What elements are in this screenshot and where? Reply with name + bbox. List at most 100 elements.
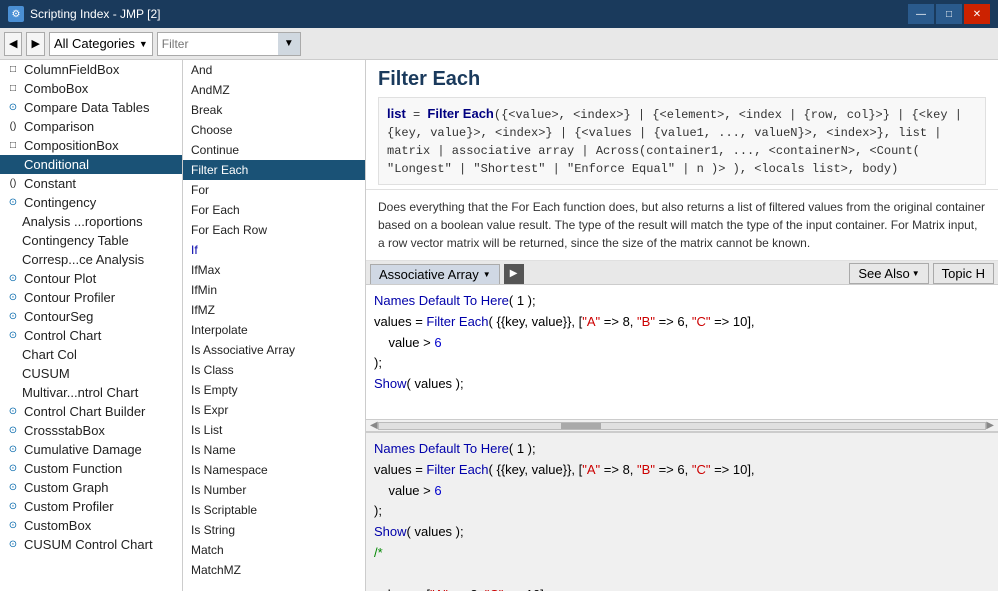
mid-item-andmz[interactable]: AndMZ bbox=[183, 80, 365, 100]
scroll-right-arrow[interactable]: ▶ bbox=[986, 420, 994, 431]
main-content: □ ColumnFieldBox □ ComboBox ⊙ Compare Da… bbox=[0, 60, 998, 591]
scroll-left-arrow[interactable]: ◀ bbox=[370, 420, 378, 431]
code-line-s1: Names Default To Here( 1 ); bbox=[374, 439, 990, 460]
mid-item-and[interactable]: And bbox=[183, 60, 365, 80]
comparison-icon: () bbox=[6, 120, 20, 134]
constant-icon: () bbox=[6, 177, 20, 191]
mid-item-match[interactable]: Match bbox=[183, 540, 365, 560]
sidebar-item-comparison[interactable]: () Comparison bbox=[0, 117, 182, 136]
sidebar-item-combobox[interactable]: □ ComboBox bbox=[0, 79, 182, 98]
sidebar-item-cumulativedamage[interactable]: ⊙ Cumulative Damage bbox=[0, 440, 182, 459]
mid-item-is-list[interactable]: Is List bbox=[183, 420, 365, 440]
mid-item-ifmin[interactable]: IfMin bbox=[183, 280, 365, 300]
sidebar-item-compositionbox[interactable]: □ CompositionBox bbox=[0, 136, 182, 155]
code-line-4: ); bbox=[374, 353, 990, 374]
mid-item-is-string[interactable]: Is String bbox=[183, 520, 365, 540]
mid-item-is-associative-array[interactable]: Is Associative Array bbox=[183, 340, 365, 360]
search-button[interactable]: ▼ bbox=[278, 33, 300, 55]
mid-item-is-empty[interactable]: Is Empty bbox=[183, 380, 365, 400]
sidebar-item-conditional[interactable]: Conditional bbox=[0, 155, 182, 174]
export-button[interactable]: ▶ bbox=[504, 264, 524, 284]
sidebar-item-customgraph[interactable]: ⊙ Custom Graph bbox=[0, 478, 182, 497]
search-input[interactable] bbox=[158, 33, 278, 55]
mid-item-is-name[interactable]: Is Name bbox=[183, 440, 365, 460]
mid-item-is-namespace[interactable]: Is Namespace bbox=[183, 460, 365, 480]
category-dropdown[interactable]: All Categories ▼ bbox=[49, 32, 153, 56]
code-line-s4: ); bbox=[374, 501, 990, 522]
sidebar-item-crossstabbox[interactable]: ⊙ CrossstabBox bbox=[0, 421, 182, 440]
code-line-3: value > 6 bbox=[374, 333, 990, 354]
code-line-s8: values = ["A" => 8, "C" => 10]; bbox=[374, 585, 990, 591]
back-button[interactable]: ◀ bbox=[4, 32, 22, 56]
sidebar-item-analysisroportions[interactable]: Analysis ...roportions bbox=[0, 212, 182, 231]
mid-item-ifmz[interactable]: IfMZ bbox=[183, 300, 365, 320]
sidebar-item-correspceanalysis[interactable]: Corresp...ce Analysis bbox=[0, 250, 182, 269]
maximize-button[interactable]: □ bbox=[936, 4, 962, 24]
combobox-icon: □ bbox=[6, 82, 20, 96]
mid-item-break[interactable]: Break bbox=[183, 100, 365, 120]
code-block-2[interactable]: Names Default To Here( 1 ); values = Fil… bbox=[366, 431, 998, 591]
sidebar-item-contingency[interactable]: ⊙ Contingency bbox=[0, 193, 182, 212]
contourprofiler-icon: ⊙ bbox=[6, 291, 20, 305]
mid-item-ifmax[interactable]: IfMax bbox=[183, 260, 365, 280]
customgraph-icon: ⊙ bbox=[6, 481, 20, 495]
mid-item-is-scriptable[interactable]: Is Scriptable bbox=[183, 500, 365, 520]
sidebar-item-custombox[interactable]: ⊙ CustomBox bbox=[0, 516, 182, 535]
sidebar-item-controlchart[interactable]: ⊙ Control Chart bbox=[0, 326, 182, 345]
minimize-button[interactable]: — bbox=[908, 4, 934, 24]
mid-item-is-expr[interactable]: Is Expr bbox=[183, 400, 365, 420]
mid-item-if[interactable]: If bbox=[183, 240, 365, 260]
sidebar-item-comparedatatables[interactable]: ⊙ Compare Data Tables bbox=[0, 98, 182, 117]
contourplot-icon: ⊙ bbox=[6, 272, 20, 286]
forward-button[interactable]: ▶ bbox=[26, 32, 44, 56]
mid-item-for-each-row[interactable]: For Each Row bbox=[183, 220, 365, 240]
sidebar-item-columnfieldbox[interactable]: □ ColumnFieldBox bbox=[0, 60, 182, 79]
sidebar-item-customprofiler[interactable]: ⊙ Custom Profiler bbox=[0, 497, 182, 516]
sidebar-item-customfunction[interactable]: ⊙ Custom Function bbox=[0, 459, 182, 478]
mid-panel: And AndMZ Break Choose Continue Filter E… bbox=[183, 60, 366, 591]
sidebar-item-contourprofiler[interactable]: ⊙ Contour Profiler bbox=[0, 288, 182, 307]
toolbar: ◀ ▶ All Categories ▼ ▼ bbox=[0, 28, 998, 60]
category-label: All Categories bbox=[54, 36, 135, 51]
mid-item-choose[interactable]: Choose bbox=[183, 120, 365, 140]
code-block-1[interactable]: Names Default To Here( 1 ); values = Fil… bbox=[366, 285, 998, 419]
mid-item-interpolate[interactable]: Interpolate bbox=[183, 320, 365, 340]
sidebar-item-constant[interactable]: () Constant bbox=[0, 174, 182, 193]
cusumcontrolchart-icon: ⊙ bbox=[6, 538, 20, 552]
code-area: Associative Array ▼ ▶ See Also ▼ Topic H bbox=[366, 261, 998, 591]
see-also-arrow: ▼ bbox=[912, 269, 920, 278]
code-tab-associative-array[interactable]: Associative Array ▼ bbox=[370, 264, 500, 284]
mid-list: And AndMZ Break Choose Continue Filter E… bbox=[183, 60, 365, 591]
close-button[interactable]: ✕ bbox=[964, 4, 990, 24]
scroll-thumb-1[interactable] bbox=[561, 423, 601, 429]
sidebar-item-chartcol[interactable]: Chart Col bbox=[0, 345, 182, 364]
content-header: Filter Each list = Filter Each({<value>,… bbox=[366, 60, 998, 190]
page-title: Filter Each bbox=[378, 68, 986, 91]
topic-help-button[interactable]: Topic H bbox=[933, 263, 994, 284]
tab-label: Associative Array bbox=[379, 267, 479, 282]
sidebar-item-cusumcontrolchart[interactable]: ⊙ CUSUM Control Chart bbox=[0, 535, 182, 554]
conditional-icon bbox=[6, 158, 20, 172]
see-also-button[interactable]: See Also ▼ bbox=[849, 263, 928, 284]
sidebar-item-contourplot[interactable]: ⊙ Contour Plot bbox=[0, 269, 182, 288]
scroll-track-1[interactable] bbox=[378, 422, 987, 430]
controlchartbuilder-icon: ⊙ bbox=[6, 405, 20, 419]
sidebar-item-contourseg[interactable]: ⊙ ContourSeg bbox=[0, 307, 182, 326]
contingency-icon: ⊙ bbox=[6, 196, 20, 210]
title-bar-text: Scripting Index - JMP [2] bbox=[30, 7, 902, 21]
mid-item-matchmz[interactable]: MatchMZ bbox=[183, 560, 365, 580]
code-line-s7 bbox=[374, 564, 990, 585]
mid-item-filter-each[interactable]: Filter Each bbox=[183, 160, 365, 180]
search-box[interactable]: ▼ bbox=[157, 32, 301, 56]
mid-item-continue[interactable]: Continue bbox=[183, 140, 365, 160]
mid-item-is-number[interactable]: Is Number bbox=[183, 480, 365, 500]
sidebar-item-contingencytable[interactable]: Contingency Table bbox=[0, 231, 182, 250]
mid-item-is-class[interactable]: Is Class bbox=[183, 360, 365, 380]
horizontal-scrollbar-1[interactable]: ◀ ▶ bbox=[366, 419, 998, 431]
mid-item-for[interactable]: For bbox=[183, 180, 365, 200]
mid-item-for-each[interactable]: For Each bbox=[183, 200, 365, 220]
sidebar-item-cusum[interactable]: CUSUM bbox=[0, 364, 182, 383]
right-panel: Filter Each list = Filter Each({<value>,… bbox=[366, 60, 998, 591]
sidebar-item-controlchartbuilder[interactable]: ⊙ Control Chart Builder bbox=[0, 402, 182, 421]
sidebar-item-multivarntrolchart[interactable]: Multivar...ntrol Chart bbox=[0, 383, 182, 402]
